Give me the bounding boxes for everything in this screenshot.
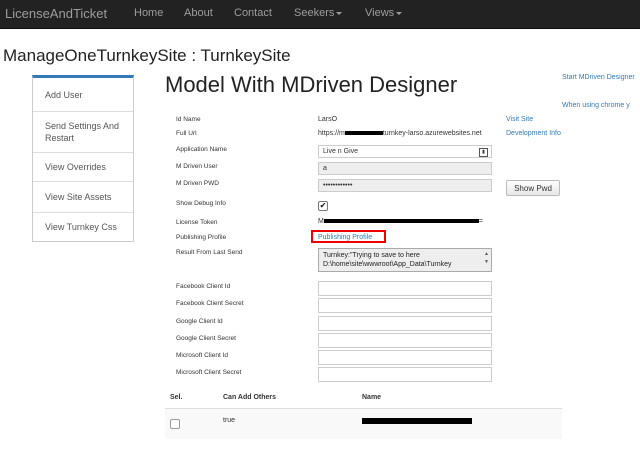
sidebar-item-view-site-assets[interactable]: View Site Assets <box>33 182 133 213</box>
navbar-brand[interactable]: LicenseAndTicket <box>5 6 107 21</box>
google-client-secret-label: Google Client Secret <box>176 335 236 342</box>
nav-home[interactable]: Home <box>134 7 163 19</box>
id-name-label: Id Name <box>176 116 201 123</box>
mdriven-pwd-label: M Driven PWD <box>176 180 219 187</box>
sidebar-item-label: View Overrides <box>45 162 106 172</box>
facebook-client-secret-label: Facebook Client Secret <box>176 300 244 307</box>
nav-seekers-label: Seekers <box>294 7 335 19</box>
mdriven-pwd-field[interactable]: •••••••••••• <box>318 179 492 192</box>
sidebar: Add User Send Settings And Restart View … <box>32 75 134 242</box>
mdriven-user-label: M Driven User <box>176 163 218 170</box>
nav-views-label: Views <box>365 7 395 19</box>
sidebar-item-add-user[interactable]: Add User <box>33 78 133 112</box>
sidebar-item-label: View Turnkey Css <box>45 222 117 232</box>
check-icon: ✔ <box>319 201 327 210</box>
full-url-suffix: turnkey-larso.azurewebsites.net <box>382 130 482 137</box>
sidebar-item-view-overrides[interactable]: View Overrides <box>33 153 133 182</box>
chevron-down-icon <box>336 11 343 15</box>
publishing-profile-link[interactable]: Publishing Profile <box>318 234 372 241</box>
nav-about[interactable]: About <box>184 7 213 19</box>
nav-contact[interactable]: Contact <box>234 7 272 19</box>
sidebar-item-view-turnkey-css[interactable]: View Turnkey Css <box>33 213 133 241</box>
page-title: ManageOneTurnkeySite : TurnkeySite <box>3 46 291 65</box>
visit-site-link[interactable]: Visit Site <box>506 116 533 123</box>
column-header-can-add-others: Can Add Others <box>223 394 277 401</box>
sidebar-item-label: Send Settings And Restart <box>45 121 120 143</box>
column-header-name: Name <box>362 394 382 401</box>
column-header-sel: Sel. <box>170 394 183 401</box>
publishing-profile-label: Publishing Profile <box>176 234 227 241</box>
app-name-value: Live n Give <box>323 148 359 155</box>
id-name-value: LarsO <box>318 116 338 123</box>
show-debug-label: Show Debug Info <box>176 200 226 207</box>
start-mdriven-designer-link[interactable]: Start MDriven Designer <box>562 74 635 81</box>
facebook-client-id-label: Facebook Client Id <box>176 283 231 290</box>
nav-views[interactable]: Views <box>365 7 403 19</box>
microsoft-client-id-label: Microsoft Client Id <box>176 352 229 359</box>
license-token-suffix: = <box>478 218 483 225</box>
app-name-select[interactable]: Live n Give ▮ <box>318 145 492 158</box>
google-client-id-input[interactable] <box>318 316 492 331</box>
license-token-label: License Token <box>176 219 218 226</box>
facebook-client-secret-input[interactable] <box>318 298 492 313</box>
facebook-client-id-input[interactable] <box>318 281 492 296</box>
mdriven-user-field[interactable]: a <box>318 162 492 175</box>
google-client-id-label: Google Client Id <box>176 318 223 325</box>
redacted-block <box>323 219 479 224</box>
app-name-label: Application Name <box>176 146 227 153</box>
show-pwd-button[interactable]: Show Pwd <box>506 180 560 196</box>
sidebar-item-send-settings[interactable]: Send Settings And Restart <box>33 112 133 153</box>
row-select-checkbox[interactable] <box>170 419 180 429</box>
full-url-value: https://m turnkey-larso.azurewebsites.net <box>318 130 482 137</box>
full-url-label: Full Url <box>176 130 197 137</box>
microsoft-client-secret-input[interactable] <box>318 367 492 382</box>
sidebar-item-label: View Site Assets <box>45 192 112 202</box>
google-client-secret-input[interactable] <box>318 333 492 348</box>
microsoft-client-id-input[interactable] <box>318 350 492 365</box>
result-last-send-textarea[interactable]: Turnkey:"Trying to save to here D:\home\… <box>318 248 492 272</box>
redacted-block <box>344 131 383 136</box>
show-debug-checkbox[interactable]: ✔ <box>318 201 328 211</box>
development-info-link[interactable]: Development Info <box>506 130 561 137</box>
redacted-block <box>362 418 472 424</box>
result-line-2: D:\home\site\wwwroot\App_Data\Turnkey <box>323 261 452 268</box>
navbar: LicenseAndTicket Home About Contact Seek… <box>0 0 640 29</box>
sidebar-item-label: Add User <box>45 89 83 100</box>
license-token-value: M = <box>318 218 483 225</box>
full-url-prefix: https://m <box>318 130 345 137</box>
result-last-send-label: Result From Last Send <box>176 249 243 256</box>
chevron-down-icon <box>396 11 403 15</box>
nav-seekers[interactable]: Seekers <box>294 7 343 19</box>
chrome-note-link[interactable]: When using chrome y <box>562 102 630 109</box>
scroll-down-icon[interactable]: ▼ <box>484 258 489 267</box>
table-row <box>165 409 562 439</box>
row-can-add-others: true <box>223 417 236 424</box>
result-line-1: Turnkey:"Trying to save to here <box>323 252 420 259</box>
main-heading: Model With MDriven Designer <box>165 72 458 97</box>
microsoft-client-secret-label: Microsoft Client Secret <box>176 369 242 376</box>
dropdown-icon: ▮ <box>479 148 488 157</box>
